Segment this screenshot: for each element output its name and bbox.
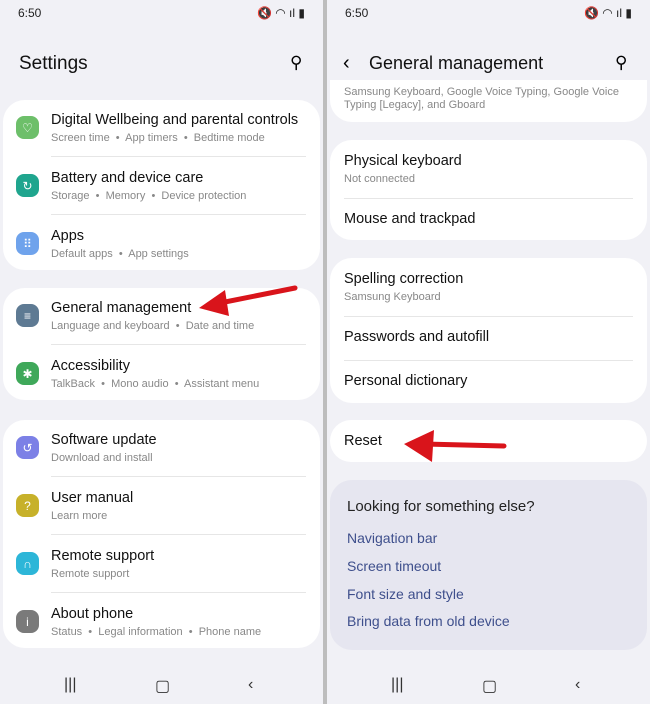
divider xyxy=(51,344,306,345)
settings-item-software-update[interactable]: ↺ Software update Download and install xyxy=(3,420,320,476)
item-title: Spelling correction xyxy=(344,271,464,287)
item-title: Mouse and trackpad xyxy=(344,211,476,227)
link-font-size[interactable]: Font size and style xyxy=(347,586,464,602)
link-navigation-bar[interactable]: Navigation bar xyxy=(347,530,437,546)
item-title: Apps xyxy=(51,228,85,244)
item-sub: Status • Legal information • Phone name xyxy=(51,626,262,638)
item-title: Physical keyboard xyxy=(344,153,462,169)
home-icon[interactable]: ▢ xyxy=(155,676,170,696)
status-bar: 6:50 🔇 ◠ ıl ▮ xyxy=(18,6,305,20)
item-title: User manual xyxy=(51,490,134,506)
settings-item-apps[interactable]: ⠿ Apps Default apps • App settings xyxy=(3,216,320,272)
divider xyxy=(51,592,306,593)
back-button[interactable]: ‹ xyxy=(343,52,350,75)
home-icon[interactable]: ▢ xyxy=(482,676,497,696)
item-title: Personal dictionary xyxy=(344,373,468,389)
divider xyxy=(51,476,306,477)
device-care-icon: ↻ xyxy=(16,174,39,197)
item-title: Battery and device care xyxy=(51,170,204,186)
settings-item-battery-and-device-care[interactable]: ↻ Battery and device care Storage • Memory… xyxy=(3,158,320,214)
general-management-icon: ≡ xyxy=(16,304,39,327)
back-icon[interactable]: ‹ xyxy=(248,676,253,694)
keyboard-list: Samsung Keyboard, Google Voice Typing, G… xyxy=(344,86,619,111)
user-manual-icon: ? xyxy=(16,494,39,517)
item-sub: Storage • Memory • Device protection xyxy=(51,190,247,202)
settings-item-accessibility[interactable]: ✱ Accessibility TalkBack • Mono audio • As… xyxy=(3,346,320,402)
settings-group: ↺ Software update Download and install? Use… xyxy=(3,420,320,648)
item-sub: Samsung Keyboard xyxy=(344,291,441,303)
item-title: Reset xyxy=(344,433,382,449)
divider xyxy=(51,156,306,157)
recents-icon[interactable]: ||| xyxy=(391,676,403,694)
item-title: About phone xyxy=(51,606,134,622)
settings-screen: 6:50 🔇 ◠ ıl ▮ Settings ⚲ ♡ Digital Wellbei… xyxy=(0,0,323,704)
divider xyxy=(51,214,306,215)
settings-item-remote-support[interactable]: ∩ Remote support Remote support xyxy=(3,536,320,592)
divider xyxy=(51,534,306,535)
link-bring-data[interactable]: Bring data from old device xyxy=(347,613,510,629)
status-icons: 🔇 ◠ ıl ▮ xyxy=(583,6,632,20)
settings-item-user-manual[interactable]: ? User manual Learn more xyxy=(3,478,320,534)
suggestions-heading: Looking for something else? xyxy=(347,498,535,515)
item-sub: Remote support xyxy=(51,568,130,580)
red-arrow xyxy=(199,285,298,316)
remote-support-icon: ∩ xyxy=(16,552,39,575)
item-title: Passwords and autofill xyxy=(344,329,490,345)
status-bar: 6:50 🔇 ◠ ıl ▮ xyxy=(345,6,632,20)
status-time: 6:50 xyxy=(18,6,42,20)
link-screen-timeout[interactable]: Screen timeout xyxy=(347,558,441,574)
status-time: 6:50 xyxy=(345,6,369,20)
mouse-trackpad-item[interactable]: Mouse and trackpad xyxy=(330,198,647,240)
item-title: Remote support xyxy=(51,548,155,564)
settings-item-digital-wellbeing-and-parental-controls[interactable]: ♡ Digital Wellbeing and parental controls… xyxy=(3,100,320,156)
red-arrow xyxy=(404,430,507,462)
software-update-icon: ↺ xyxy=(16,436,39,459)
passwords-autofill-item[interactable]: Passwords and autofill xyxy=(330,316,647,360)
general-management-screen: 6:50 🔇 ◠ ıl ▮ ‹ General management ⚲ Sams… xyxy=(327,0,650,704)
item-sub: Screen time • App timers • Bedtime mode xyxy=(51,132,265,144)
item-title: Accessibility xyxy=(51,358,130,374)
spelling-correction-item[interactable]: Spelling correction Samsung Keyboard xyxy=(330,258,647,316)
nav-bar: ||| ▢ ‹ xyxy=(0,676,323,696)
item-title: General management xyxy=(51,300,192,316)
search-icon[interactable]: ⚲ xyxy=(615,53,627,73)
settings-item-about-phone[interactable]: i About phone Status • Legal information •… xyxy=(3,594,320,650)
apps-icon: ⠿ xyxy=(16,232,39,255)
keyboard-card[interactable]: Samsung Keyboard, Google Voice Typing, G… xyxy=(330,80,647,122)
item-sub: Download and install xyxy=(51,452,153,464)
item-title: Software update xyxy=(51,432,157,448)
status-icons: 🔇 ◠ ıl ▮ xyxy=(256,6,305,20)
back-icon[interactable]: ‹ xyxy=(575,676,580,694)
page-title: General management xyxy=(369,53,544,73)
item-sub: TalkBack • Mono audio • Assistant menu xyxy=(51,378,260,390)
input-card: Physical keyboard Not connected Mouse and… xyxy=(330,140,647,240)
settings-group: ♡ Digital Wellbeing and parental controls… xyxy=(3,100,320,270)
item-sub: Default apps • App settings xyxy=(51,248,189,260)
nav-bar: ||| ▢ ‹ xyxy=(327,676,650,696)
about-phone-icon: i xyxy=(16,610,39,633)
accessibility-icon: ✱ xyxy=(16,362,39,385)
search-icon[interactable]: ⚲ xyxy=(290,53,302,73)
personal-dictionary-item[interactable]: Personal dictionary xyxy=(330,360,647,403)
item-sub: Not connected xyxy=(344,173,415,185)
typing-card: Spelling correction Samsung Keyboard Pass… xyxy=(330,258,647,403)
page-title: Settings xyxy=(19,53,88,74)
recents-icon[interactable]: ||| xyxy=(64,676,76,694)
suggestions-card: Looking for something else? Navigation b… xyxy=(330,480,647,650)
physical-keyboard-item[interactable]: Physical keyboard Not connected xyxy=(330,140,647,198)
item-title: Digital Wellbeing and parental controls xyxy=(51,112,299,128)
wellbeing-icon: ♡ xyxy=(16,116,39,139)
item-sub: Learn more xyxy=(51,510,108,522)
